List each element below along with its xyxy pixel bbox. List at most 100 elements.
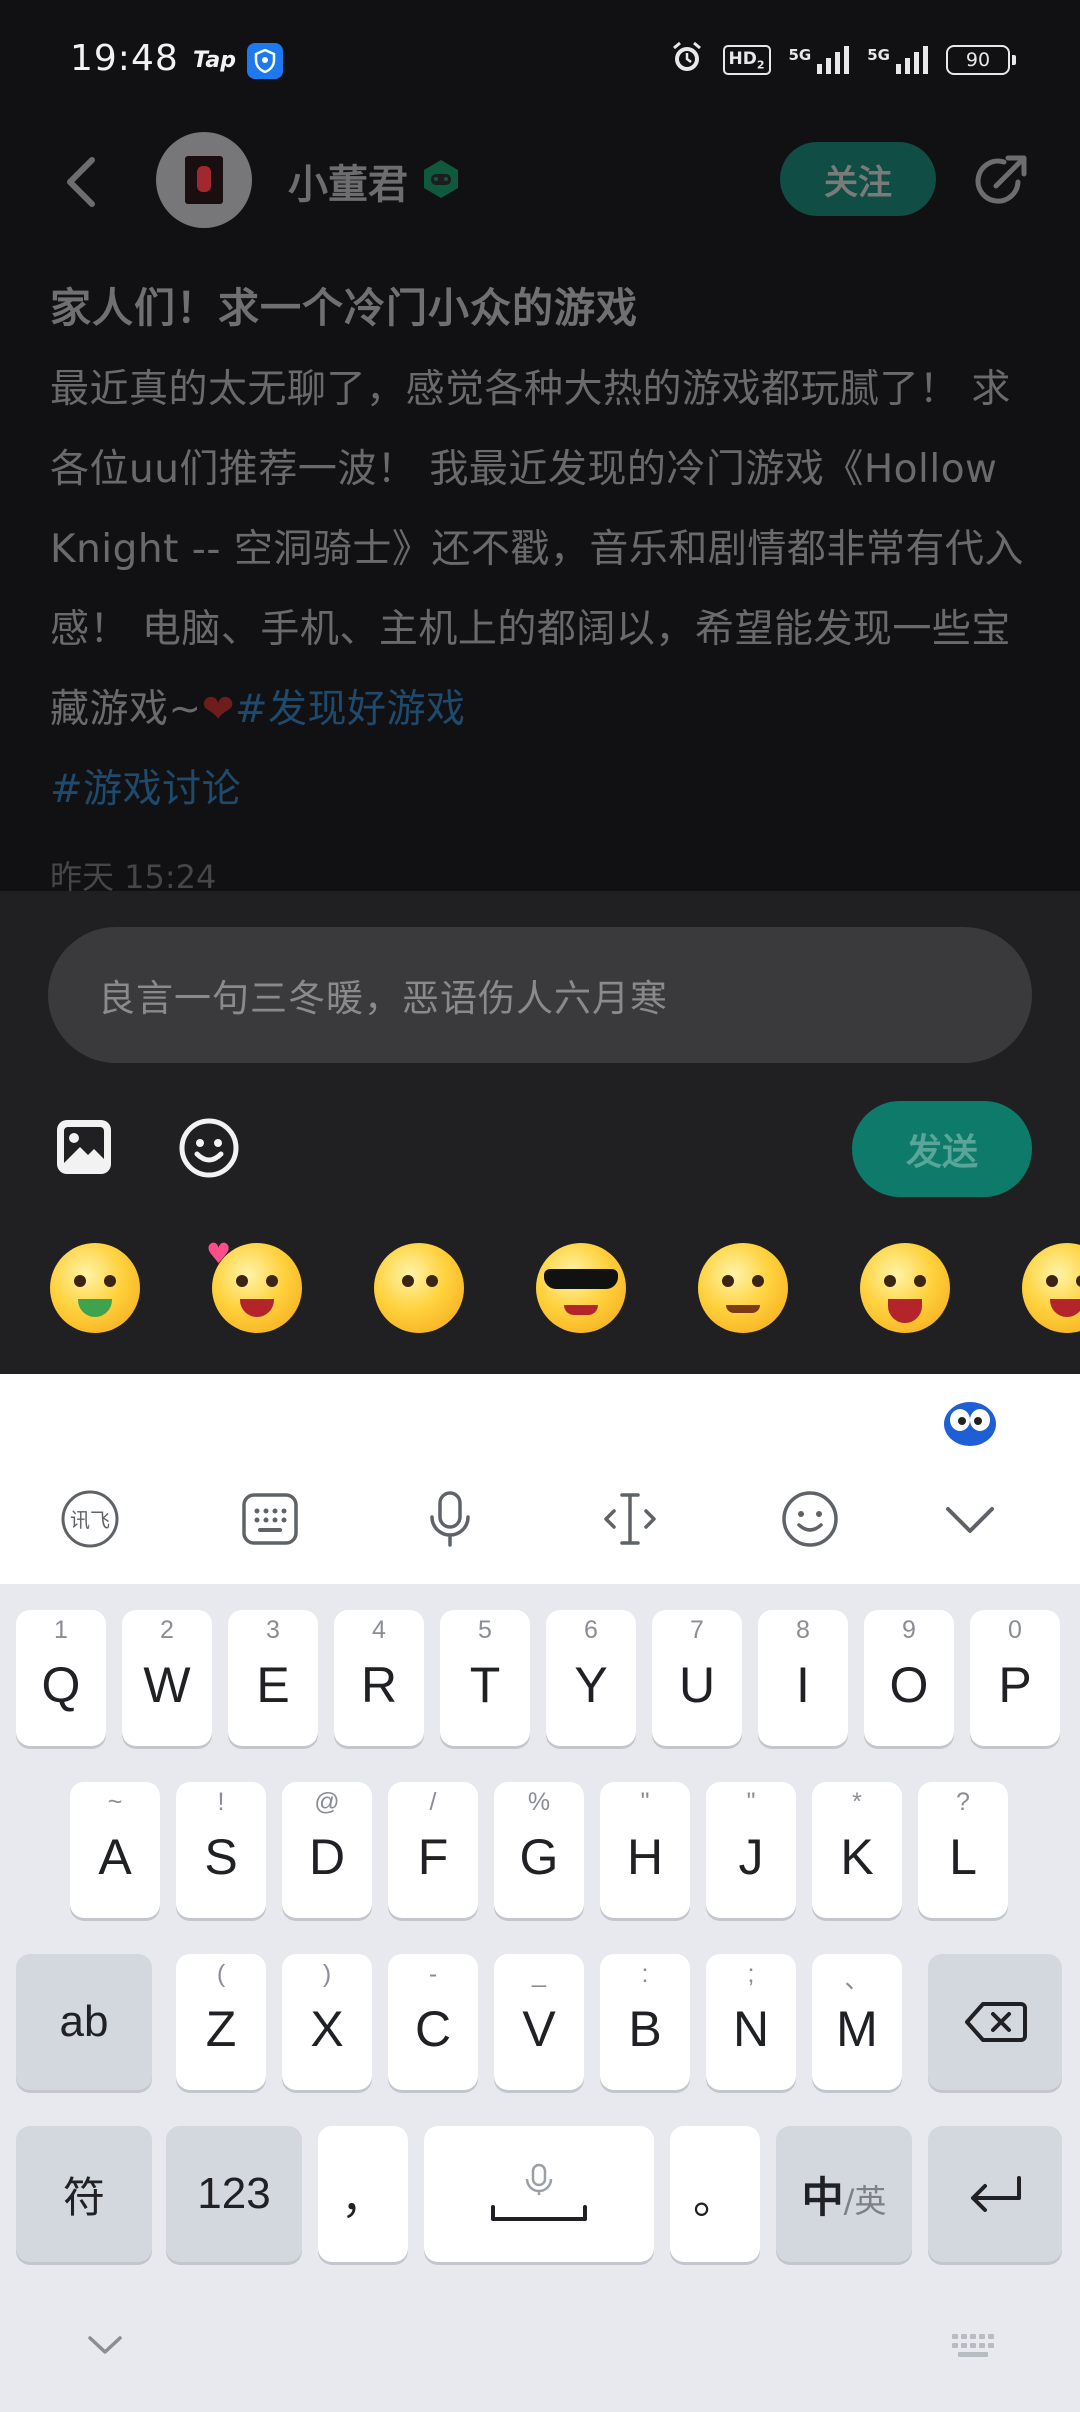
battery-level: 90 <box>965 49 991 71</box>
tap-icon: Tap <box>193 48 236 73</box>
sticker-smirk[interactable] <box>698 1243 788 1333</box>
key-sub: 3 <box>266 1616 280 1644</box>
key-sub: 0 <box>1008 1616 1022 1644</box>
key-f[interactable]: / F <box>388 1782 478 1918</box>
key-label: I <box>796 1657 810 1713</box>
key-label: U <box>678 1657 716 1713</box>
language-switch-key[interactable]: 中/英 <box>776 2126 912 2262</box>
space-key[interactable] <box>424 2126 654 2262</box>
key-sub: : <box>641 1960 649 1988</box>
back-arrow-icon <box>67 157 95 207</box>
key-sub: 1 <box>54 1616 68 1644</box>
hd-label: HD <box>728 48 757 69</box>
key-sub: % <box>527 1788 551 1816</box>
enter-key[interactable] <box>928 2126 1062 2262</box>
period-key[interactable]: 。 <box>670 2126 760 2262</box>
sticker-watermelon[interactable] <box>50 1243 140 1333</box>
key-label: Y <box>574 1657 608 1713</box>
key-v[interactable]: _ V <box>494 1954 584 2090</box>
image-icon <box>57 1120 111 1174</box>
key-t[interactable]: 5T <box>440 1610 530 1746</box>
key-s[interactable]: ! S <box>176 1782 266 1918</box>
avatar[interactable] <box>156 132 252 228</box>
key-c[interactable]: -C <box>388 1954 478 2090</box>
key-sub: 7 <box>690 1616 704 1644</box>
cursor-move-icon[interactable] <box>595 1484 665 1554</box>
key-label: N <box>732 2001 770 2057</box>
key-sub: 6 <box>584 1616 598 1644</box>
status-icons: HD2 5G 5G 90 <box>669 40 1016 80</box>
hashtag-game-discussion[interactable]: #游戏讨论 <box>50 767 241 812</box>
sticker-smile[interactable] <box>374 1243 464 1333</box>
comment-input[interactable]: 良言一句三冬暖，恶语伤人六月寒 <box>48 927 1032 1063</box>
sticker-grin[interactable] <box>860 1243 950 1333</box>
key-e[interactable]: 3E <box>228 1610 318 1746</box>
emoji-keyboard-icon[interactable] <box>775 1484 845 1554</box>
key-p[interactable]: 0P <box>970 1610 1060 1746</box>
key-j[interactable]: " J <box>706 1782 796 1918</box>
key-ab[interactable]: ab <box>16 1954 152 2090</box>
hd-icon: HD2 <box>722 44 771 76</box>
key-u[interactable]: 7U <box>652 1610 742 1746</box>
enter-icon <box>971 2176 1021 2212</box>
back-button[interactable] <box>52 152 112 212</box>
ime-mascot-icon[interactable] <box>942 1394 998 1450</box>
key-label: F <box>417 1829 449 1885</box>
sticker-sunglasses[interactable] <box>536 1243 626 1333</box>
key-a[interactable]: ~ A <box>70 1782 160 1918</box>
emoji-button[interactable] <box>178 1117 240 1179</box>
key-sub: ( <box>216 1960 226 1988</box>
backspace-icon <box>965 2002 1027 2042</box>
follow-button[interactable]: 关注 <box>780 142 936 216</box>
post-body-text: 最近真的太无聊了，感觉各种大热的游戏都玩腻了！ 求各位uu们推荐一波！ 我最近发… <box>50 367 1024 732</box>
battery-icon: 90 <box>946 45 1016 75</box>
switch-keyboard-button[interactable] <box>950 2332 1000 2366</box>
key-label: L <box>949 1829 977 1885</box>
key-o[interactable]: 9O <box>864 1610 954 1746</box>
key-q[interactable]: 1Q <box>16 1610 106 1746</box>
send-button[interactable]: 发送 <box>852 1101 1032 1197</box>
backspace-key[interactable] <box>928 1954 1062 2090</box>
sticker-row: ♥ <box>0 1237 1080 1347</box>
sticker-tongue[interactable] <box>1022 1243 1080 1333</box>
key-d[interactable]: @ D <box>282 1782 372 1918</box>
key-sub: ~ <box>107 1788 123 1816</box>
hide-keyboard-button[interactable] <box>84 2332 126 2362</box>
lang-en-label: /英 <box>843 2181 887 2220</box>
key-r[interactable]: 4R <box>334 1610 424 1746</box>
key-l[interactable]: ? L <box>918 1782 1008 1918</box>
username[interactable]: 小董君 <box>288 152 408 210</box>
key-i[interactable]: 8I <box>758 1610 848 1746</box>
key-label: 中/英 <box>802 2164 887 2225</box>
key-z[interactable]: (Z <box>176 1954 266 2090</box>
key-h[interactable]: " H <box>600 1782 690 1918</box>
microphone-icon[interactable] <box>415 1484 485 1554</box>
key-m[interactable]: 、 M <box>812 1954 902 2090</box>
key-w[interactable]: 2W <box>122 1610 212 1746</box>
key-label: T <box>469 1657 501 1713</box>
handwriting-tool-icon[interactable]: 讯飞 <box>55 1484 125 1554</box>
signal2-label: 5G <box>867 46 890 64</box>
keyboard-layout-icon[interactable] <box>235 1484 305 1554</box>
key-label: A <box>98 1829 132 1885</box>
number-key[interactable]: 123 <box>166 2126 302 2262</box>
key-sub: ) <box>322 1960 332 1988</box>
key-n[interactable]: ; N <box>706 1954 796 2090</box>
keyboard-bottom-bar <box>0 2286 1080 2412</box>
image-picker-button[interactable] <box>54 1117 114 1177</box>
sticker-heart[interactable]: ♥ <box>206 1237 302 1333</box>
key-label: W <box>143 1657 191 1713</box>
key-b[interactable]: :B <box>600 1954 690 2090</box>
key-g[interactable]: % G <box>494 1782 584 1918</box>
chevron-down-icon[interactable] <box>935 1484 1005 1554</box>
symbol-key[interactable]: 符 <box>16 2126 152 2262</box>
share-button[interactable] <box>970 148 1034 212</box>
key-label: J <box>738 1829 764 1885</box>
hashtag-discover-games[interactable]: #发现好游戏 <box>235 687 466 732</box>
key-label: G <box>519 1829 559 1885</box>
comma-key[interactable]: ， <box>318 2126 408 2262</box>
key-x[interactable]: ) X <box>282 1954 372 2090</box>
key-label: B <box>628 2001 662 2057</box>
key-k[interactable]: * K <box>812 1782 902 1918</box>
key-y[interactable]: 6Y <box>546 1610 636 1746</box>
